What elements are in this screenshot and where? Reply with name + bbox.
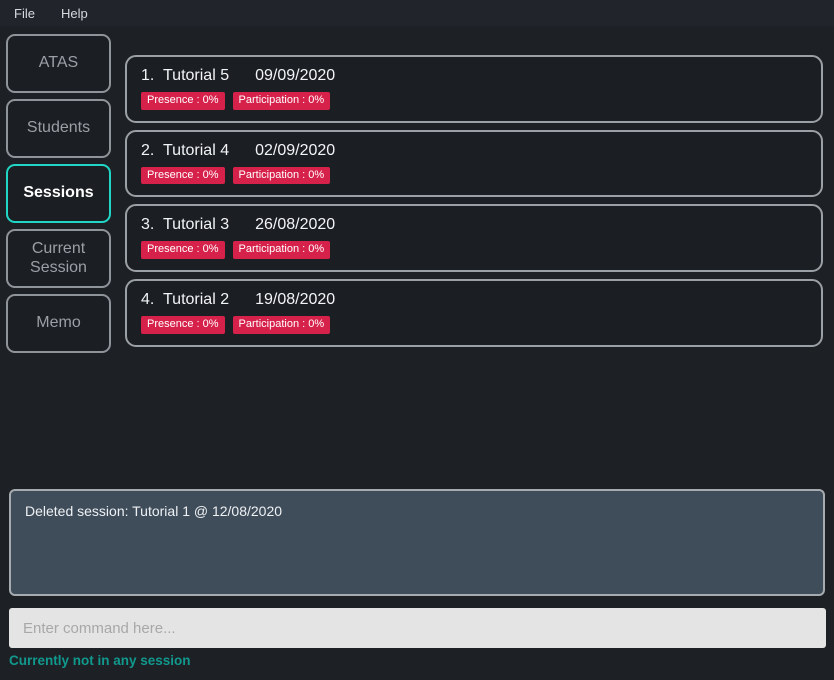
presence-badge: Presence : 0% [141,315,225,334]
session-list: 1. Tutorial 5 09/09/2020 Presence : 0% P… [125,55,823,347]
sidebar: ATAS Students Sessions Current Session M… [6,34,111,353]
menu-item-help[interactable]: Help [59,4,90,23]
command-input[interactable] [9,608,826,648]
result-display-panel: Deleted session: Tutorial 1 @ 12/08/2020 [9,489,825,596]
session-index: 3. [141,216,155,234]
session-badges: Presence : 0% Participation : 0% [141,166,807,185]
sidebar-item-memo[interactable]: Memo [6,294,111,353]
sidebar-item-label: Sessions [23,184,94,202]
menu-bar: File Help [0,0,834,26]
session-card[interactable]: 1. Tutorial 5 09/09/2020 Presence : 0% P… [125,55,823,123]
sidebar-item-label: Students [26,119,91,137]
session-date: 26/08/2020 [255,216,336,234]
sidebar-item-current-session[interactable]: Current Session [6,229,111,288]
session-header: 1. Tutorial 5 09/09/2020 [141,67,807,85]
session-date: 02/09/2020 [255,141,336,159]
status-bar: Currently not in any session [9,653,191,668]
session-badges: Presence : 0% Participation : 0% [141,315,807,334]
sidebar-item-label: Current Session [30,239,87,276]
presence-badge: Presence : 0% [141,241,225,259]
presence-badge: Presence : 0% [141,166,225,185]
session-date: 09/09/2020 [255,67,336,84]
session-date: 19/08/2020 [255,290,336,308]
session-name: Tutorial 5 [163,67,230,84]
sidebar-item-students[interactable]: Students [6,99,111,158]
sidebar-item-atas[interactable]: ATAS [6,34,111,93]
session-name: Tutorial 2 [163,290,230,308]
session-index: 4. [141,290,155,308]
session-header: 4. Tutorial 2 19/08/2020 [141,291,807,309]
result-message: Deleted session: Tutorial 1 @ 12/08/2020 [25,503,283,519]
session-card[interactable]: 3. Tutorial 3 26/08/2020 Presence : 0% P… [125,204,823,272]
session-header: 3. Tutorial 3 26/08/2020 [141,216,807,234]
participation-badge: Participation : 0% [232,241,331,259]
session-card[interactable]: 4. Tutorial 2 19/08/2020 Presence : 0% P… [125,278,823,347]
session-name: Tutorial 4 [163,141,230,159]
session-card[interactable]: 2. Tutorial 4 02/09/2020 Presence : 0% P… [125,129,823,198]
session-badges: Presence : 0% Participation : 0% [141,241,807,259]
main-area: ATAS Students Sessions Current Session M… [0,26,834,486]
session-name: Tutorial 3 [163,216,230,234]
session-badges: Presence : 0% Participation : 0% [141,92,807,110]
participation-badge: Participation : 0% [232,315,331,334]
session-header: 2. Tutorial 4 02/09/2020 [141,142,807,160]
sidebar-item-sessions[interactable]: Sessions [6,164,111,223]
presence-badge: Presence : 0% [141,92,225,110]
sidebar-item-label: ATAS [38,54,79,72]
participation-badge: Participation : 0% [232,166,331,185]
sidebar-item-label: Memo [36,314,81,332]
participation-badge: Participation : 0% [232,92,331,110]
session-index: 2. [141,141,155,159]
session-index: 1. [141,67,155,84]
menu-item-file[interactable]: File [12,4,37,23]
